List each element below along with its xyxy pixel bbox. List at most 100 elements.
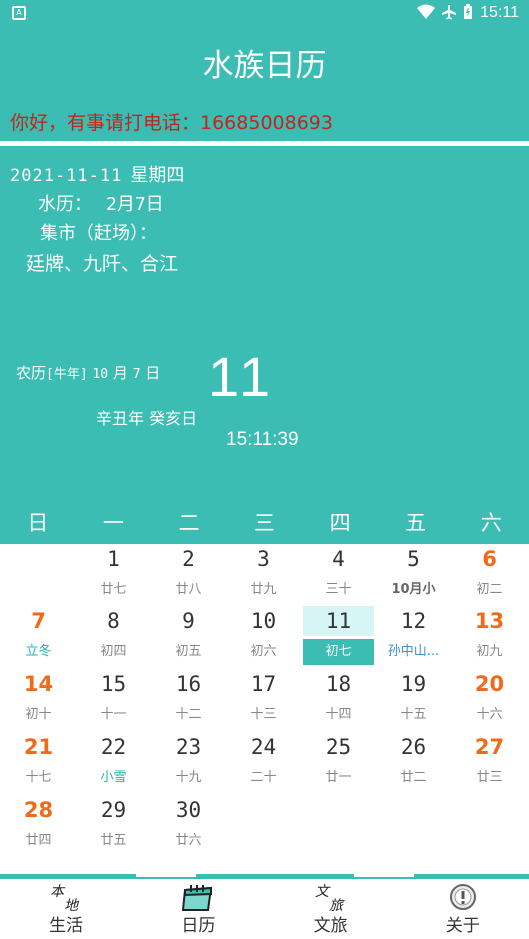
calendar-day-lunar: 廿三 <box>476 770 503 785</box>
weekday-sun: 日 <box>27 511 49 535</box>
calendar-day-number: 29 <box>100 798 127 822</box>
calendar-day[interactable]: 11 初七 <box>301 606 376 665</box>
calendar-day-number: 9 <box>182 609 195 633</box>
calendar-day[interactable]: 4 三十 <box>301 544 376 603</box>
calendar-day-lunar: 初六 <box>250 644 277 659</box>
calendar-day-number: 22 <box>100 735 127 759</box>
calendar-day-number: 27 <box>474 735 505 759</box>
calendar-day[interactable]: 29 廿五 <box>76 795 151 854</box>
calendar-day-number: 28 <box>23 798 54 822</box>
calendar-day[interactable]: 13 初九 <box>452 606 527 665</box>
calendar-day-lunar: 孙中山... <box>387 644 440 659</box>
calendar-day-number: 17 <box>250 672 277 696</box>
calendar-day-lunar: 小雪 <box>100 770 127 785</box>
calendar-day-lunar: 10月小 <box>391 582 436 597</box>
nav-item-calendar[interactable]: 日历 <box>132 879 264 939</box>
nav-item-culture-travel[interactable]: 文 旅 文旅 <box>265 879 397 939</box>
calendar-day[interactable]: 1 廿七 <box>76 544 151 603</box>
lunar-day-unit: 日 <box>145 364 161 382</box>
culture-icon-text-2: 旅 <box>329 898 345 914</box>
calendar-day[interactable]: 25 廿一 <box>301 732 376 791</box>
water-calendar-line: 水历： 2月7日 <box>38 190 164 216</box>
big-day-number: 11 <box>208 345 275 408</box>
weekday-label: 星期四 <box>130 165 185 186</box>
calendar-day[interactable]: 2 廿八 <box>151 544 226 603</box>
calendar-day[interactable]: 28 廿四 <box>1 795 76 854</box>
calendar-day-number: 18 <box>325 672 352 696</box>
contact-notice: 你好，有事请打电话：16685008693 <box>10 112 333 134</box>
calendar-day-lunar: 廿二 <box>400 770 427 785</box>
market-places: 廷牌、九阡、合江 <box>26 253 179 275</box>
calendar-day[interactable]: 5 10月小 <box>376 544 451 603</box>
calendar-day[interactable]: 19 十五 <box>376 669 451 728</box>
calendar-day[interactable]: 16 十二 <box>151 669 226 728</box>
water-calendar-label: 水历： <box>38 194 92 215</box>
page-indicator-left <box>136 874 196 877</box>
weekday-sat: 六 <box>480 511 502 535</box>
lunar-day: 7 <box>132 367 141 382</box>
calendar-day-lunar: 初七 <box>303 639 374 665</box>
calendar-day-lunar: 廿五 <box>100 833 127 848</box>
calendar-day-number: 8 <box>107 609 120 633</box>
nav-label-life: 生活 <box>49 916 84 936</box>
calendar-day-number: 12 <box>400 609 427 633</box>
calendar-day-lunar: 廿七 <box>100 582 127 597</box>
calendar-icon <box>132 879 264 915</box>
calendar-day[interactable]: 12 孙中山... <box>376 606 451 665</box>
lunar-prefix: 农历 <box>16 364 47 382</box>
calendar-day-lunar: 初九 <box>476 644 503 659</box>
calendar-day[interactable]: 7 立冬 <box>1 606 76 665</box>
calendar-day[interactable]: 22 小雪 <box>76 732 151 791</box>
calendar-day-lunar: 十七 <box>25 770 52 785</box>
calendar-day[interactable]: 27 廿三 <box>452 732 527 791</box>
ganzhi-label: 辛丑年 癸亥日 <box>96 409 198 428</box>
calendar-day[interactable]: 8 初四 <box>76 606 151 665</box>
calendar-day[interactable]: 9 初五 <box>151 606 226 665</box>
calendar-day-lunar: 十四 <box>325 707 352 722</box>
calendar-day-number: 21 <box>23 735 54 759</box>
calendar-day-lunar: 十六 <box>476 707 503 722</box>
calendar-day-number: 25 <box>325 735 352 759</box>
status-icons <box>417 4 473 20</box>
app-title: 水族日历 <box>202 48 327 84</box>
calendar-day[interactable]: 3 廿九 <box>226 544 301 603</box>
calendar-day-lunar: 二十 <box>250 770 277 785</box>
calendar-day[interactable]: 18 十四 <box>301 669 376 728</box>
calendar-day[interactable]: 14 初十 <box>1 669 76 728</box>
calendar-day-number: 1 <box>107 547 120 571</box>
calendar-day[interactable]: 30 廿六 <box>151 795 226 854</box>
calendar-day-lunar: 初四 <box>100 644 127 659</box>
calendar-day[interactable]: 17 十三 <box>226 669 301 728</box>
calendar-day[interactable]: 6 初二 <box>452 544 527 603</box>
calendar-day-lunar: 廿一 <box>325 770 352 785</box>
life-icon: 本 地 <box>0 879 132 915</box>
status-bar: A 15:11 <box>0 0 529 28</box>
calendar-day[interactable]: 15 十一 <box>76 669 151 728</box>
calendar-day[interactable]: 10 初六 <box>226 606 301 665</box>
live-clock: 15:11:39 <box>226 429 299 450</box>
calendar-day-lunar: 十三 <box>250 707 277 722</box>
calendar-day[interactable]: 24 二十 <box>226 732 301 791</box>
nav-item-life[interactable]: 本 地 生活 <box>0 879 132 939</box>
calendar-day-number: 11 <box>303 606 374 636</box>
app-notification-icon: A <box>12 6 26 20</box>
calendar-day[interactable]: 26 廿二 <box>376 732 451 791</box>
calendar-day-lunar: 十九 <box>175 770 202 785</box>
calendar-day-number: 3 <box>257 547 270 571</box>
culture-travel-icon: 文 旅 <box>265 879 397 915</box>
calendar-day-lunar: 十二 <box>175 707 202 722</box>
calendar-day-lunar: 十一 <box>100 707 127 722</box>
calendar-day[interactable]: 21 十七 <box>1 732 76 791</box>
weekday-tue: 二 <box>178 511 200 535</box>
calendar-day-number: 30 <box>175 798 202 822</box>
calendar-day-lunar: 初五 <box>175 644 202 659</box>
nav-item-about[interactable]: 关于 <box>397 879 529 939</box>
lunar-month-unit: 月 <box>112 364 128 382</box>
calendar-day-lunar: 廿四 <box>25 833 52 848</box>
calendar-day[interactable]: 23 十九 <box>151 732 226 791</box>
calendar-day[interactable]: 20 十六 <box>452 669 527 728</box>
calendar-day-number: 19 <box>400 672 427 696</box>
info-icon <box>397 879 529 915</box>
calendar-day-lunar: 三十 <box>325 582 352 597</box>
calendar-day-lunar: 立冬 <box>25 644 52 659</box>
